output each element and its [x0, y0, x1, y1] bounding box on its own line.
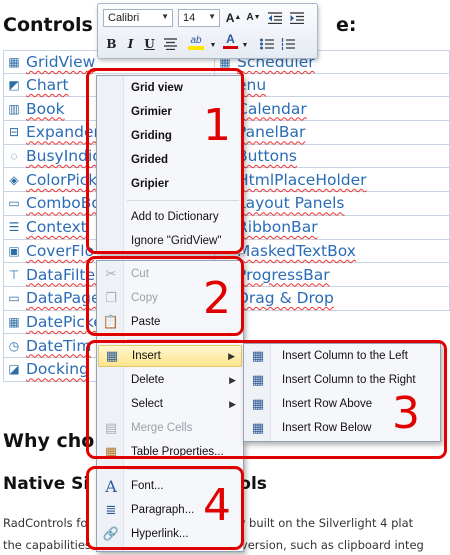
control-link-label: ProgressBar [237, 265, 330, 284]
paragraph-line-2-right: version, such as clipboard integ [240, 538, 424, 552]
controls-list-right: ▦ Scheduler enu Calendar PanelBar Buttons Html… [214, 50, 450, 311]
control-link-label: HtmlPlaceHolder [237, 170, 367, 189]
control-link-label: Context [26, 218, 87, 237]
font-color-icon: A [226, 32, 235, 46]
paragraph-line-1-left: RadControls fo [3, 516, 88, 530]
mini-toolbar: Calibri ▼ 14 ▼ A ▲ A ▼ B I U ab ▼ A ▼ [97, 3, 318, 59]
control-link-row[interactable]: RibbonBar [214, 215, 450, 240]
font-name-value: Calibri [108, 12, 140, 24]
control-link-label: Docking [26, 360, 89, 379]
control-link-label: Calendar [237, 99, 307, 118]
heading-native-left: Native Si [3, 474, 90, 494]
shrink-font-button[interactable]: A ▼ [245, 9, 262, 26]
datepicker-icon: ▦ [8, 314, 20, 329]
control-link-label: CoverFlo [26, 241, 95, 260]
datapager-icon: ▭ [8, 291, 20, 306]
control-link-row[interactable]: Calendar [214, 97, 450, 122]
numbering-button[interactable] [279, 35, 296, 52]
expander-icon: ⊟ [8, 125, 20, 140]
datafilter-icon: ⊤ [8, 267, 20, 282]
shrink-font-icon: A [246, 12, 254, 23]
bullets-button[interactable] [258, 35, 275, 52]
control-link-label: GridView [26, 52, 96, 71]
control-link-label: Chart [26, 76, 69, 95]
highlight-dropdown[interactable]: ▼ [209, 37, 217, 54]
highlight-button[interactable]: ab [184, 34, 208, 51]
control-link-row[interactable]: Buttons [214, 144, 450, 169]
grid-icon: ▦ [8, 54, 20, 69]
font-color-dropdown[interactable]: ▼ [241, 37, 249, 54]
annotation-number-2: 2 [203, 273, 231, 324]
control-link-row[interactable]: PanelBar [214, 121, 450, 145]
control-link-label: PanelBar [237, 123, 306, 142]
align-center-icon [164, 37, 177, 50]
control-link-label: DateTim [26, 336, 92, 355]
font-color-button[interactable]: A [222, 32, 239, 49]
numbering-icon [281, 37, 295, 50]
grow-font-button[interactable]: A ▲ [225, 9, 242, 26]
increase-indent-button[interactable] [288, 9, 305, 26]
underline-button[interactable]: U [141, 35, 158, 52]
bullets-icon [259, 38, 274, 49]
italic-button[interactable]: I [122, 35, 139, 52]
font-color-swatch [223, 46, 238, 49]
paragraph-line-2-left: the capabilities [3, 538, 91, 552]
annotation-box-1 [86, 68, 244, 254]
control-link-row[interactable]: MaskedTextBox [214, 239, 450, 264]
decrease-indent-button[interactable] [266, 9, 283, 26]
control-link-label: Buttons [237, 147, 297, 166]
chevron-down-icon: ▼ [161, 12, 169, 21]
busy-indicator-icon: ◌ [10, 149, 18, 164]
font-size-value: 14 [183, 12, 196, 24]
control-link-label: Drag & Drop [237, 289, 334, 308]
context-menu-icon: ☰ [8, 220, 20, 235]
control-link-row[interactable]: enu [214, 73, 450, 98]
docking-icon: ◪ [8, 362, 20, 377]
heading-controls-right: e: [335, 14, 357, 36]
align-center-button[interactable] [162, 35, 179, 52]
control-link-label: Layout Panels [237, 194, 345, 213]
coverflow-icon: ▣ [8, 243, 20, 258]
control-link-row[interactable]: Drag & Drop [214, 286, 450, 311]
control-link-label: Book [26, 99, 65, 118]
chevron-down-icon: ▼ [208, 12, 216, 21]
annotation-number-1: 1 [203, 100, 231, 151]
control-link-label: MaskedTextBox [237, 241, 356, 260]
control-link-label: RibbonBar [237, 218, 318, 237]
heading-controls-left: Controls i [3, 14, 106, 36]
font-size-combo[interactable]: 14 ▼ [178, 9, 220, 27]
book-icon: ▥ [8, 101, 20, 116]
control-link-row[interactable]: ProgressBar [214, 263, 450, 287]
heading-why: Why cho [3, 430, 95, 452]
control-link-row[interactable]: Layout Panels [214, 192, 450, 216]
increase-indent-icon [289, 11, 304, 24]
chart-icon: ◩ [8, 78, 20, 93]
control-link-row[interactable]: HtmlPlaceHolder [214, 168, 450, 193]
highlight-color-swatch [188, 46, 204, 50]
combobox-icon: ▭ [8, 196, 20, 211]
paragraph-line-1-right: ly built on the Silverlight 4 plat [235, 516, 414, 530]
bold-button[interactable]: B [103, 35, 120, 52]
decrease-indent-icon [267, 11, 282, 24]
annotation-number-3: 3 [392, 388, 420, 439]
datetime-icon: ◷ [8, 338, 20, 353]
annotation-number-4: 4 [203, 480, 231, 531]
color-picker-icon: ◈ [9, 172, 19, 187]
highlight-icon: ab [190, 35, 202, 46]
grow-font-icon: A [225, 10, 235, 25]
font-name-combo[interactable]: Calibri ▼ [103, 9, 173, 27]
